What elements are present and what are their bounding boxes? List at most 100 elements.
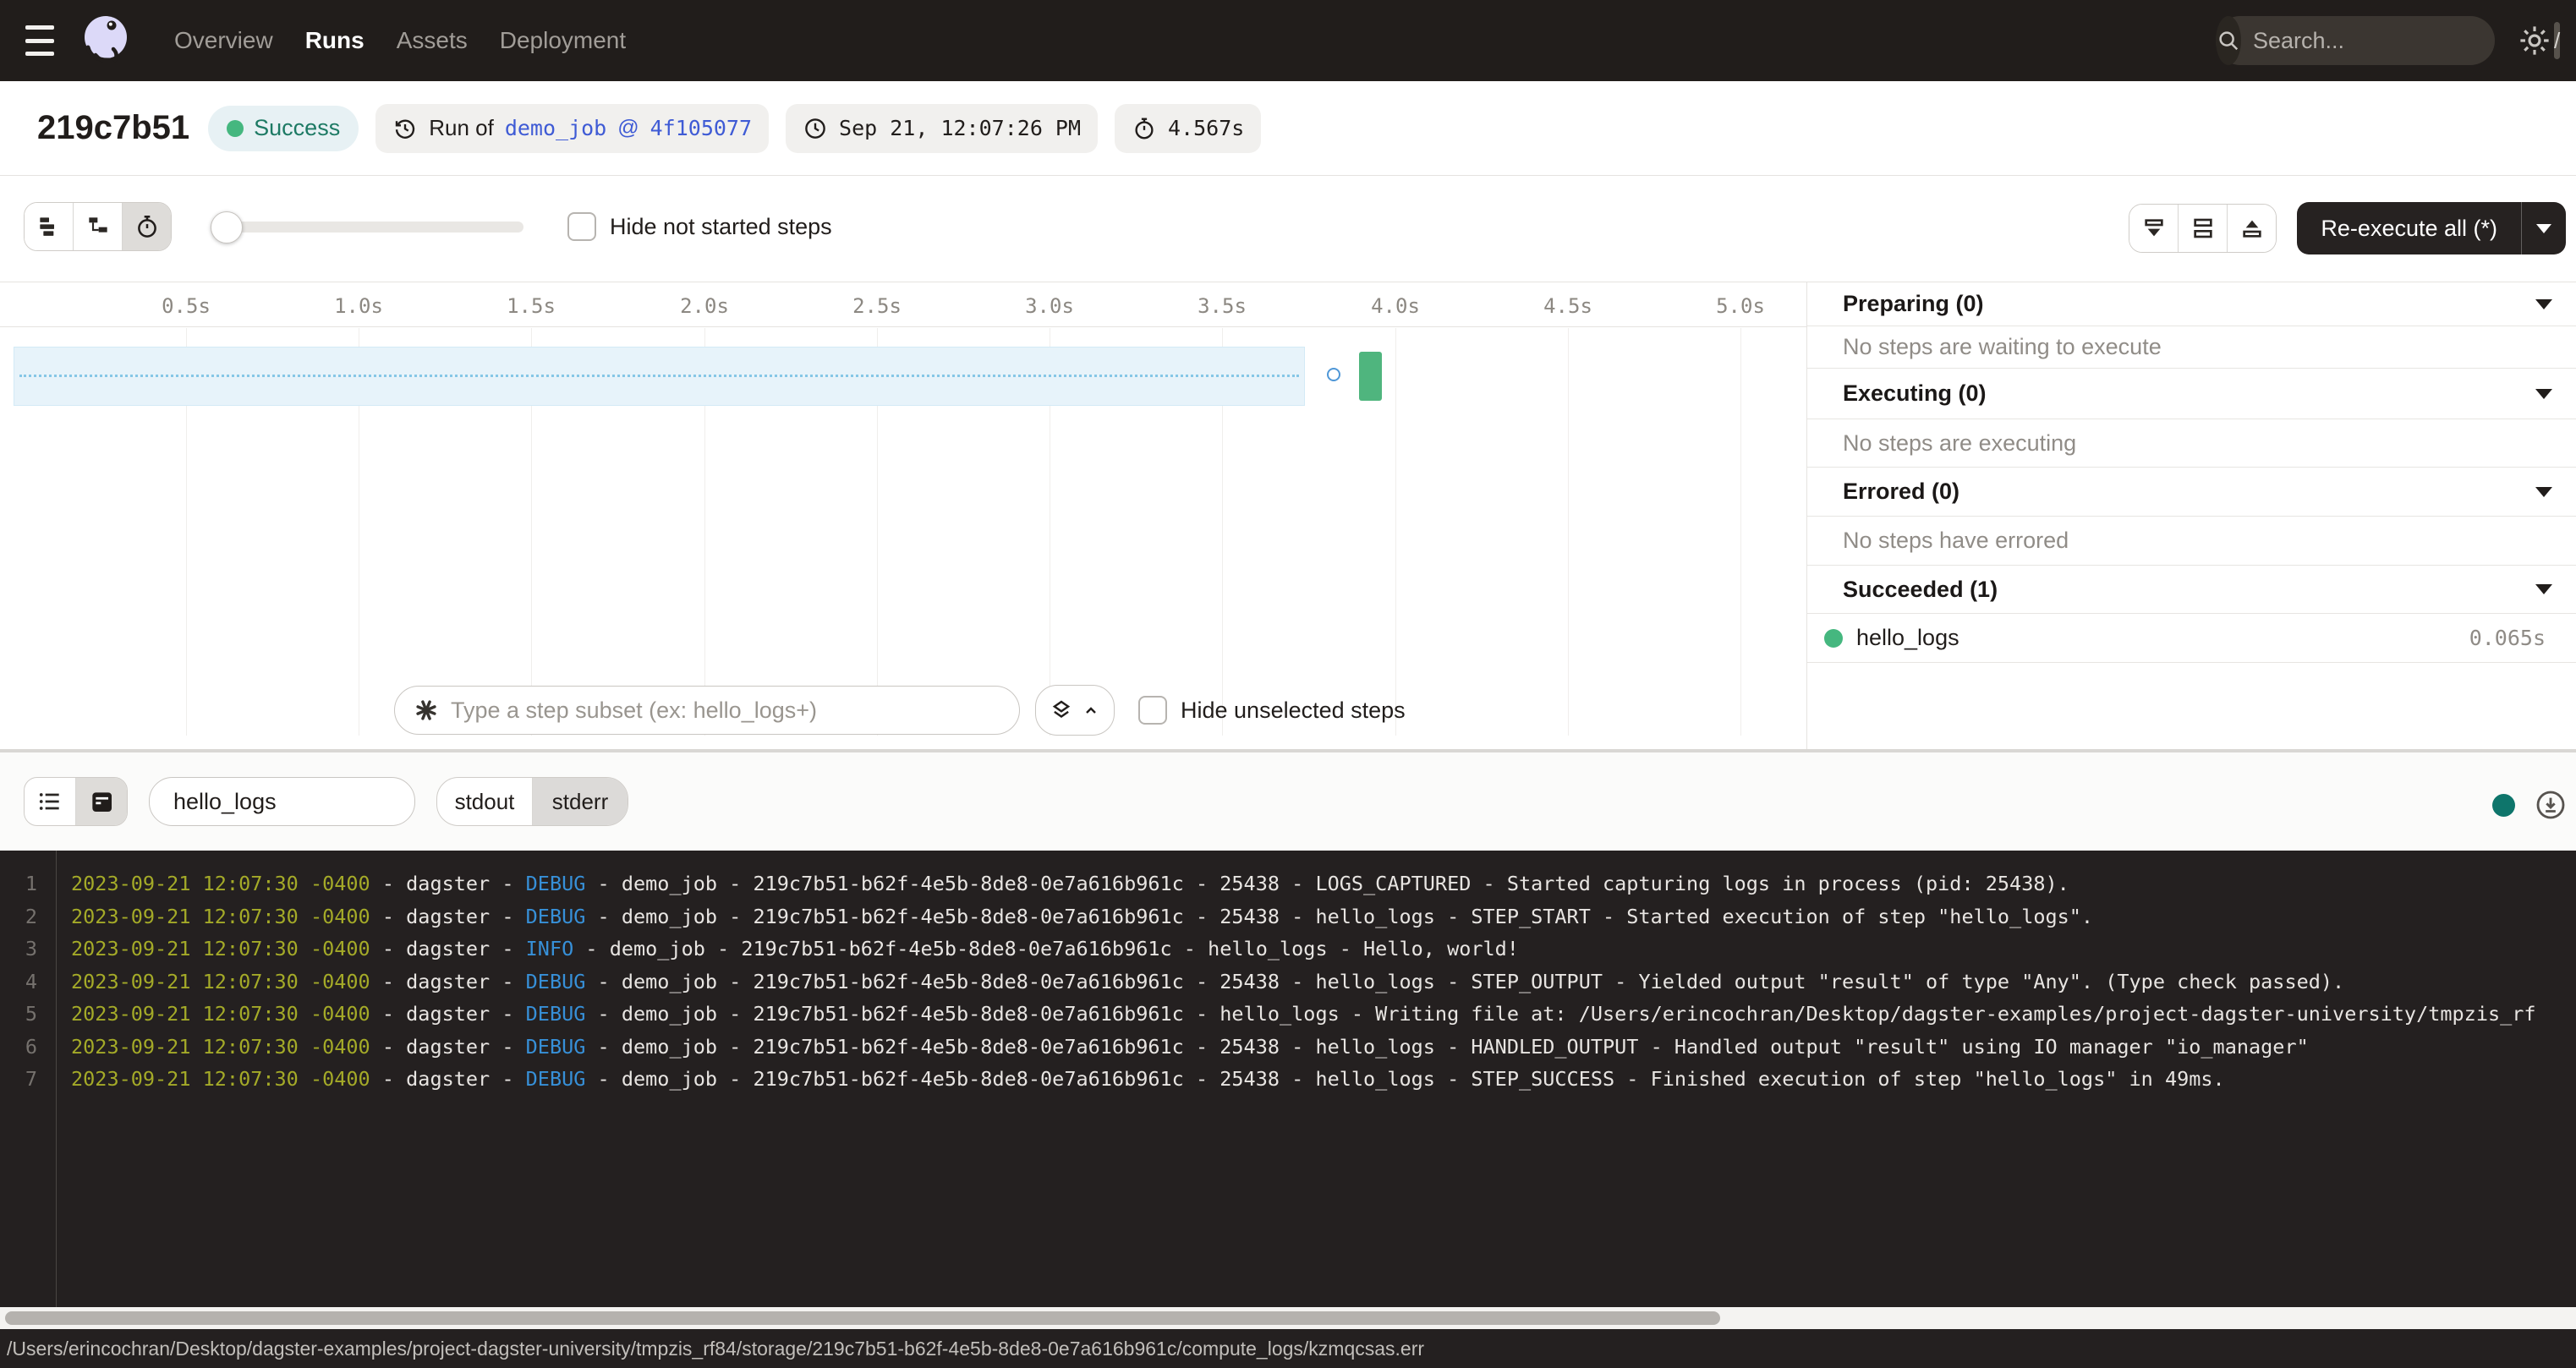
section-title: Preparing (0) xyxy=(1843,291,1984,317)
log-line: 2023-09-21 12:07:30 -0400 - dagster - IN… xyxy=(71,933,2576,966)
line-number: 4 xyxy=(0,966,37,999)
section-header-succeeded[interactable]: Succeeded (1) xyxy=(1807,566,2576,614)
gantt-timeline-axis: 0.5s 1.0s 1.5s 2.0s 2.5s 3.0s 3.5s 4.0s … xyxy=(0,282,1806,327)
run-of-prefix: Run of xyxy=(429,115,494,141)
snapshot-id-link[interactable]: 4f105077 xyxy=(650,116,752,140)
graph-query-toggle-button[interactable] xyxy=(1035,685,1115,736)
top-nav: Overview Runs Assets Deployment / xyxy=(0,0,2576,81)
caret-down-icon xyxy=(2535,487,2552,497)
panel-collapse-down-icon xyxy=(2140,215,2168,242)
timer-icon xyxy=(134,213,161,240)
section-title: Errored (0) xyxy=(1843,479,1959,505)
raw-log-view-button[interactable] xyxy=(75,778,127,825)
run-duration-pill: 4.567s xyxy=(1115,104,1261,153)
axis-tick: 2.5s xyxy=(852,294,902,318)
gantt-timed-view-button[interactable] xyxy=(122,203,171,250)
job-name-link[interactable]: demo_job xyxy=(505,116,606,140)
nav-item-deployment[interactable]: Deployment xyxy=(500,27,626,54)
section-header-preparing[interactable]: Preparing (0) xyxy=(1807,282,2576,326)
log-step-filter-input[interactable] xyxy=(149,777,415,826)
scrollbar-thumb[interactable] xyxy=(5,1311,1720,1325)
axis-tick: 3.5s xyxy=(1198,294,1247,318)
axis-tick: 4.0s xyxy=(1371,294,1420,318)
log-path-status-bar: /Users/erincochran/Desktop/dagster-examp… xyxy=(0,1329,2576,1368)
hide-not-started-checkbox[interactable] xyxy=(567,212,596,241)
log-toolbar: stdout stderr xyxy=(0,752,2576,851)
panel-collapse-up-icon xyxy=(2239,215,2266,242)
slider-knob[interactable] xyxy=(211,211,243,244)
gantt-waterfall-view-button[interactable] xyxy=(73,203,122,250)
section-header-executing[interactable]: Executing (0) xyxy=(1807,369,2576,419)
gantt-zoom-slider[interactable] xyxy=(211,202,523,251)
step-waiting-band xyxy=(14,347,1305,406)
log-toolbar-right xyxy=(2492,788,2568,822)
step-success-dot-icon xyxy=(1824,629,1843,648)
tab-stdout[interactable]: stdout xyxy=(437,778,532,825)
line-number: 2 xyxy=(0,900,37,933)
empty-state-text: No steps are waiting to execute xyxy=(1843,334,2162,360)
step-status-panel: Preparing (0) No steps are waiting to ex… xyxy=(1806,282,2576,749)
caret-down-icon xyxy=(2536,224,2551,233)
nav-item-overview[interactable]: Overview xyxy=(174,27,273,54)
axis-tick: 1.0s xyxy=(334,294,383,318)
search-icon xyxy=(2216,28,2241,53)
search-box[interactable]: / xyxy=(2216,16,2495,65)
axis-tick: 2.0s xyxy=(680,294,729,318)
split-panels-button[interactable] xyxy=(2178,205,2227,252)
waterfall-view-icon xyxy=(85,213,112,240)
gantt-toolbar-left: Hide not started steps xyxy=(24,202,832,251)
run-duration: 4.567s xyxy=(1168,116,1244,140)
succeeded-step-row[interactable]: hello_logs 0.065s xyxy=(1807,614,2576,663)
step-duration: 0.065s xyxy=(2469,626,2546,650)
search-input[interactable] xyxy=(2241,27,2554,55)
menu-icon[interactable] xyxy=(25,25,54,56)
run-timestamp: Sep 21, 12:07:26 PM xyxy=(839,116,1081,140)
section-empty-errored: No steps have errored xyxy=(1807,517,2576,566)
nav-item-assets[interactable]: Assets xyxy=(397,27,468,54)
run-header: 219c7b51 Success Run of demo_job @ 4f105… xyxy=(0,81,2576,176)
search-shortcut-key: / xyxy=(2554,22,2560,59)
collapse-panel-down-button[interactable] xyxy=(2129,205,2178,252)
dagster-logo[interactable] xyxy=(79,14,134,68)
step-bar-hello-logs[interactable] xyxy=(1359,352,1382,401)
history-icon xyxy=(392,116,418,141)
search-icon-circle xyxy=(2216,16,2241,65)
line-number: 7 xyxy=(0,1063,37,1096)
line-number: 1 xyxy=(0,867,37,900)
caret-down-icon xyxy=(2535,584,2552,594)
gantt-section: Hide not started steps xyxy=(0,176,2576,749)
section-header-errored[interactable]: Errored (0) xyxy=(1807,468,2576,517)
list-icon xyxy=(36,788,63,815)
status-label: Success xyxy=(254,115,340,141)
log-file-path: /Users/erincochran/Desktop/dagster-examp… xyxy=(7,1329,1424,1368)
gantt-flat-view-button[interactable] xyxy=(25,203,73,250)
download-icon[interactable] xyxy=(2534,788,2568,822)
tab-stderr[interactable]: stderr xyxy=(532,778,628,825)
horizontal-scrollbar[interactable] xyxy=(0,1307,2576,1329)
empty-state-text: No steps are executing xyxy=(1843,430,2076,457)
stopwatch-icon xyxy=(1132,116,1157,141)
hide-unselected-label: Hide unselected steps xyxy=(1181,698,1406,724)
axis-tick: 5.0s xyxy=(1716,294,1765,318)
structured-log-view-button[interactable] xyxy=(25,778,75,825)
log-toolbar-left: stdout stderr xyxy=(24,777,628,826)
reexecute-dropdown-button[interactable] xyxy=(2521,202,2566,254)
reexecute-all-label: Re-execute all (*) xyxy=(2297,216,2521,242)
gantt-chart: Hide unselected steps xyxy=(0,328,1806,749)
split-panels-icon xyxy=(2190,215,2217,242)
collapse-panel-up-button[interactable] xyxy=(2227,205,2276,252)
dagster-run-page: Overview Runs Assets Deployment / 219 xyxy=(0,0,2576,1368)
slider-track[interactable] xyxy=(211,222,523,233)
hide-unselected-checkbox[interactable] xyxy=(1138,696,1167,725)
step-output-marker[interactable] xyxy=(1327,368,1340,381)
caret-up-icon xyxy=(1081,700,1101,720)
step-subset-input-wrap xyxy=(394,686,1020,735)
hide-not-started-label: Hide not started steps xyxy=(610,214,832,240)
axis-tick: 3.0s xyxy=(1025,294,1074,318)
op-selector-icon xyxy=(413,697,440,724)
nav-item-runs[interactable]: Runs xyxy=(305,27,364,54)
log-line: 2023-09-21 12:07:30 -0400 - dagster - DE… xyxy=(71,900,2576,933)
reexecute-all-button[interactable]: Re-execute all (*) xyxy=(2297,202,2566,254)
step-subset-input[interactable] xyxy=(394,686,1020,735)
gridline xyxy=(1395,328,1396,736)
